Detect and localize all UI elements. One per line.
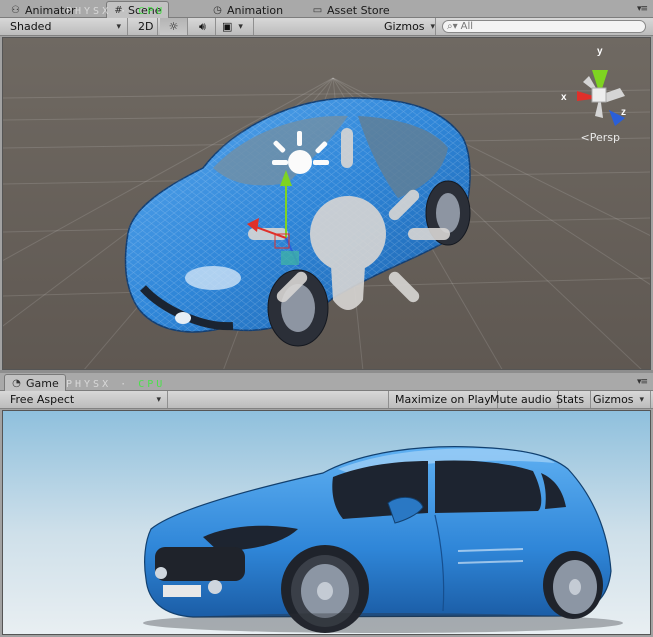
- search-icon: ⌕▾: [447, 21, 458, 32]
- aspect-ratio-dropdown[interactable]: Free Aspect: [4, 391, 168, 408]
- chevron-left-icon: <: [580, 131, 590, 144]
- physx-watermark: PHYSX · CPU: [66, 6, 166, 17]
- maximize-on-play-button[interactable]: Maximize on Play: [388, 391, 498, 408]
- axis-y-label: y: [597, 46, 603, 57]
- game-toolbar: Free Aspect Maximize on Play Mute audio …: [0, 391, 653, 409]
- game-gizmos-dropdown[interactable]: Gizmos: [587, 391, 652, 408]
- tab-menu-icon-game[interactable]: ▾≡: [637, 377, 648, 387]
- axis-x-label: x: [561, 92, 567, 103]
- scene-search-input[interactable]: ⌕▾ All: [442, 20, 646, 33]
- top-tab-strip: ⚇ Animator # Scene ◷ Animation ▭ Asset S…: [0, 0, 653, 18]
- 2d-toggle-button[interactable]: 2D: [134, 18, 158, 35]
- store-icon: ▭: [312, 4, 323, 16]
- mute-audio-button[interactable]: Mute audio: [484, 391, 559, 408]
- scene-gizmos-dropdown[interactable]: Gizmos: [378, 18, 436, 35]
- tab-menu-icon[interactable]: ▾≡: [637, 4, 648, 14]
- scene-lighting-button[interactable]: ☼: [160, 18, 188, 35]
- game-canvas: [3, 411, 650, 634]
- pacman-icon: ◔: [12, 377, 21, 389]
- image-icon: ▣: [222, 20, 233, 33]
- scene-effects-dropdown[interactable]: ▣: [218, 18, 254, 35]
- speaker-icon: 🔊︎: [199, 19, 206, 33]
- bottom-tab-strip: ◔ Game PHYSX · CPU ▾≡: [0, 373, 653, 391]
- sun-icon: ☼: [168, 20, 179, 33]
- shading-mode-dropdown[interactable]: Shaded: [4, 18, 128, 35]
- scene-toolbar: Shaded 2D ☼ 🔊︎ ▣ Gizmos ⌕▾ All: [0, 18, 653, 36]
- tab-game[interactable]: ◔ Game: [4, 374, 66, 391]
- clock-icon: ◷: [213, 4, 222, 16]
- axis-z-label: z: [621, 107, 626, 118]
- animator-icon: ⚇: [11, 4, 20, 16]
- projection-toggle[interactable]: <Persp: [581, 131, 620, 144]
- tab-animation[interactable]: ◷ Animation: [206, 2, 289, 18]
- scene-audio-button[interactable]: 🔊︎: [190, 18, 216, 35]
- physx-watermark-game: PHYSX · CPU: [66, 379, 166, 390]
- scene-viewport[interactable]: y x z <Persp: [2, 37, 651, 370]
- tab-asset-store[interactable]: ▭ Asset Store: [306, 2, 396, 18]
- game-viewport[interactable]: [2, 410, 651, 635]
- stats-button[interactable]: Stats: [550, 391, 592, 408]
- scene-canvas: y x z: [3, 38, 650, 369]
